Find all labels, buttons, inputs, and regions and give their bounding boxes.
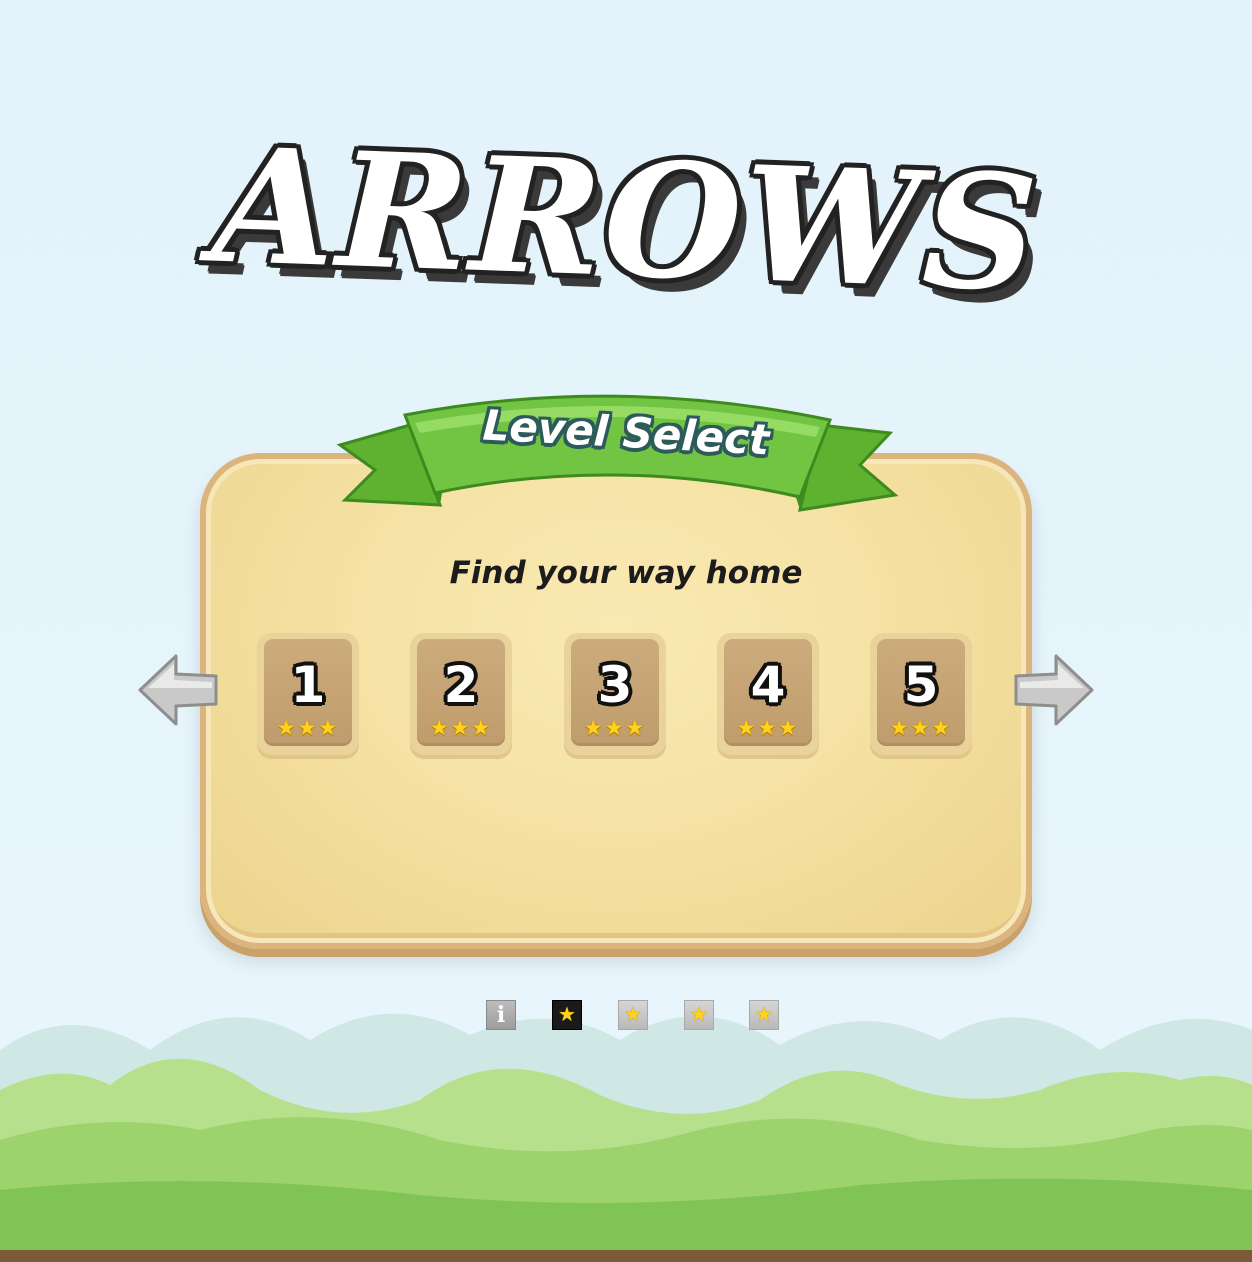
level-stars: ★★★ — [276, 716, 340, 740]
arrow-right-icon[interactable] — [1012, 652, 1096, 728]
level-button-2[interactable]: 2 ★★★ — [410, 633, 512, 755]
panel-subtitle: Find your way home — [449, 555, 803, 591]
game-title: ARROWS — [209, 113, 1043, 328]
level-number: 3 — [597, 656, 633, 714]
page-dot-1[interactable]: ★ — [552, 1000, 582, 1030]
level-button-5[interactable]: 5 ★★★ — [870, 633, 972, 755]
game-screen: ARROWS Level Select Find your way home 1… — [0, 0, 1252, 1262]
arrow-left-icon[interactable] — [136, 652, 220, 728]
level-stars: ★★★ — [429, 716, 493, 740]
level-number: 2 — [443, 656, 479, 714]
info-button[interactable]: i — [486, 1000, 516, 1030]
page-dot-4[interactable]: ★ — [749, 1000, 779, 1030]
level-button-3[interactable]: 3 ★★★ — [564, 633, 666, 755]
level-button-4[interactable]: 4 ★★★ — [717, 633, 819, 755]
level-number: 5 — [903, 656, 939, 714]
level-button-1[interactable]: 1 ★★★ — [257, 633, 359, 755]
level-number: 4 — [750, 656, 786, 714]
level-number: 1 — [290, 656, 326, 714]
level-stars: ★★★ — [736, 716, 800, 740]
level-stars: ★★★ — [889, 716, 953, 740]
page-dot-2[interactable]: ★ — [618, 1000, 648, 1030]
level-stars: ★★★ — [583, 716, 647, 740]
hills-background — [0, 1013, 1252, 1262]
page-dot-3[interactable]: ★ — [684, 1000, 714, 1030]
